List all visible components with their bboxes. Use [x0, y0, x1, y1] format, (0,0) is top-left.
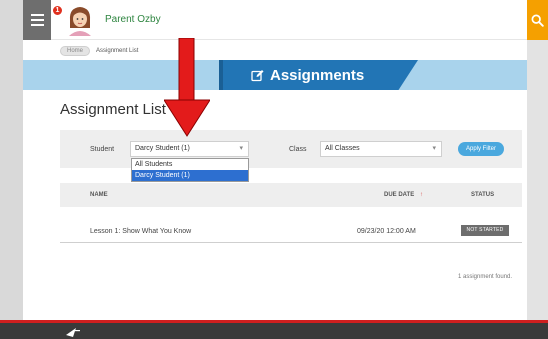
- banner-title: Assignments: [270, 66, 365, 84]
- table-header: NAME DUE DATE ↑ STATUS: [60, 183, 522, 207]
- right-margin: [527, 0, 548, 339]
- class-select-value: All Classes: [325, 145, 360, 152]
- filter-bar: Student Darcy Student (1) ▾ Class All Cl…: [60, 130, 522, 168]
- chevron-down-icon: ▾: [239, 145, 243, 152]
- search-button[interactable]: [527, 0, 548, 40]
- brand-logo-icon: [66, 328, 80, 337]
- edit-icon: [251, 69, 264, 81]
- assignment-due-date: 09/23/20 12:00 AM: [357, 228, 416, 235]
- class-select[interactable]: All Classes ▾: [320, 141, 442, 157]
- search-icon: [531, 14, 544, 27]
- column-header-due-date[interactable]: DUE DATE ↑: [384, 192, 423, 198]
- footer: [0, 323, 548, 339]
- user-name[interactable]: Parent Ozby: [105, 14, 161, 25]
- notification-badge[interactable]: 1: [52, 5, 63, 16]
- user-avatar-icon[interactable]: [65, 4, 95, 36]
- hamburger-line: [30, 14, 44, 16]
- assignment-name-link[interactable]: Lesson 1: Show What You Know: [90, 228, 191, 235]
- left-margin: [0, 0, 23, 339]
- sort-ascending-icon: ↑: [419, 192, 423, 198]
- student-select-value: Darcy Student (1): [135, 145, 190, 152]
- breadcrumb-current: Assignment List: [96, 48, 139, 54]
- red-arrow-annotation-icon: [164, 38, 210, 137]
- column-header-status[interactable]: STATUS: [471, 192, 494, 198]
- hamburger-line: [30, 19, 44, 21]
- due-date-label: DUE DATE: [384, 192, 415, 198]
- table-row[interactable]: Lesson 1: Show What You Know 09/23/20 12…: [60, 219, 522, 243]
- status-badge: NOT STARTED: [461, 225, 509, 236]
- banner-title-box: Assignments: [223, 60, 418, 90]
- page-title: Assignment List: [60, 101, 166, 118]
- hamburger-menu-button[interactable]: [23, 0, 51, 40]
- student-dropdown-list[interactable]: All Students Darcy Student (1): [131, 158, 249, 182]
- section-banner: Assignments: [23, 60, 527, 90]
- top-bar: 1 Parent Ozby: [23, 0, 527, 40]
- student-select[interactable]: Darcy Student (1) ▾: [130, 141, 249, 157]
- result-count: 1 assignment found.: [458, 274, 513, 280]
- class-filter-label: Class: [289, 146, 307, 153]
- student-filter-label: Student: [90, 146, 115, 153]
- apply-filter-button[interactable]: Apply Filter: [458, 142, 504, 156]
- chevron-down-icon: ▾: [432, 145, 436, 152]
- column-header-name[interactable]: NAME: [90, 192, 108, 198]
- dropdown-option-all-students[interactable]: All Students: [132, 159, 248, 170]
- breadcrumb-home-link[interactable]: Home: [60, 46, 91, 56]
- breadcrumb: Home Assignment List: [60, 46, 138, 56]
- dropdown-option-darcy-student[interactable]: Darcy Student (1): [132, 170, 248, 181]
- banner-stripe: [219, 60, 223, 90]
- hamburger-line: [30, 24, 44, 26]
